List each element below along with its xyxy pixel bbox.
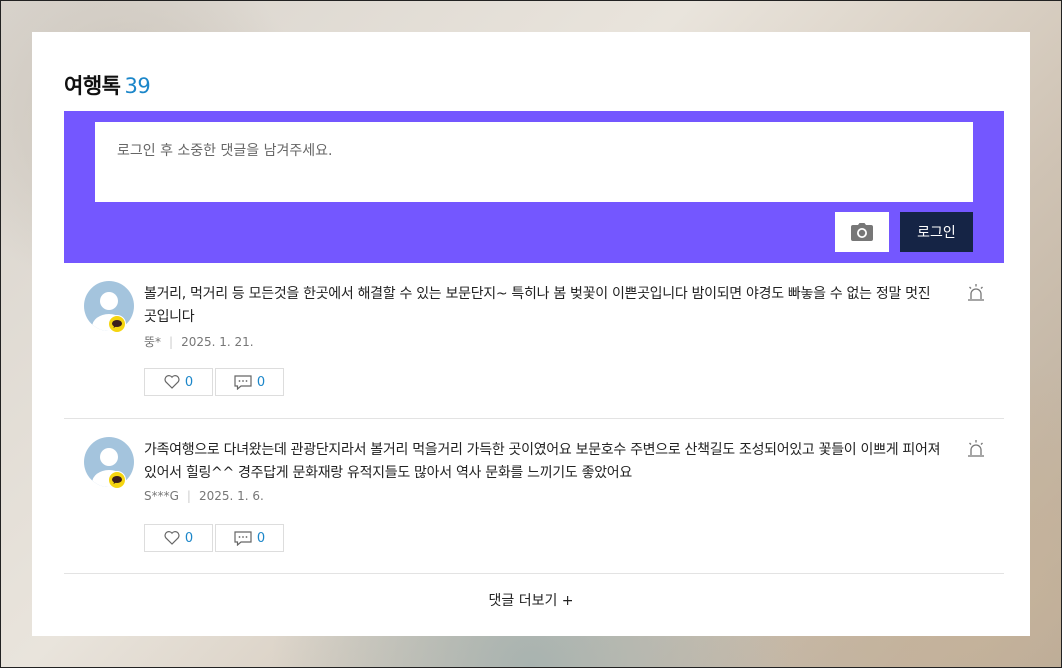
meta-divider: | <box>169 335 174 349</box>
like-button[interactable]: 0 <box>144 368 213 396</box>
heart-icon <box>164 375 180 389</box>
like-count: 0 <box>184 374 194 390</box>
speech-bubble-icon <box>234 530 252 546</box>
reply-button[interactable]: 0 <box>215 368 284 396</box>
section-title-label: 여행톡 <box>64 74 121 98</box>
login-button[interactable]: 로그인 <box>900 212 973 252</box>
camera-icon <box>851 223 873 241</box>
comment-count: 39 <box>124 74 151 98</box>
comment-item: 가족여행으로 다녀왔는데 관광단지라서 볼거리 먹을거리 가득한 곳이였어요 보… <box>64 419 1004 574</box>
meta-divider: | <box>186 489 191 503</box>
comment-meta: 뚱* | 2025. 1. 21. <box>144 333 254 350</box>
comment-item: 볼거리, 먹거리 등 모든것을 한곳에서 해결할 수 있는 보문단지~ 특히나 … <box>64 263 1004 419</box>
travel-talk-card: 여행톡39 로그인 볼거리, 먹거리 등 모든것을 한곳에서 해결할 수 있는 … <box>32 32 1030 636</box>
reply-count: 0 <box>256 530 266 546</box>
load-more-comments-button[interactable]: 댓글 더보기 + <box>32 590 1030 610</box>
comment-text: 볼거리, 먹거리 등 모든것을 한곳에서 해결할 수 있는 보문단지~ 특히나 … <box>144 286 931 325</box>
reply-button[interactable]: 0 <box>215 524 284 552</box>
kakao-icon <box>108 315 126 333</box>
comment-author: S***G <box>144 489 179 503</box>
comment-author: 뚱* <box>144 335 162 349</box>
comment-form: 로그인 <box>64 111 1004 263</box>
comment-actions: 0 0 <box>144 524 284 552</box>
comment-date: 2025. 1. 6. <box>198 489 264 503</box>
reply-count: 0 <box>256 374 266 390</box>
comment-input[interactable] <box>95 122 973 202</box>
report-siren-icon[interactable] <box>966 439 986 459</box>
comment-meta: S***G | 2025. 1. 6. <box>144 489 264 503</box>
comment-actions: 0 0 <box>144 368 284 396</box>
comment-date: 2025. 1. 21. <box>181 335 254 349</box>
heart-icon <box>164 531 180 545</box>
speech-bubble-icon <box>234 374 252 390</box>
kakao-icon <box>108 471 126 489</box>
comment-text: 가족여행으로 다녀왔는데 관광단지라서 볼거리 먹을거리 가득한 곳이였어요 보… <box>144 442 941 481</box>
section-title: 여행톡 39 <box>64 70 151 100</box>
report-siren-icon[interactable] <box>966 283 986 303</box>
photo-upload-button[interactable] <box>835 212 889 252</box>
like-count: 0 <box>184 530 194 546</box>
like-button[interactable]: 0 <box>144 524 213 552</box>
